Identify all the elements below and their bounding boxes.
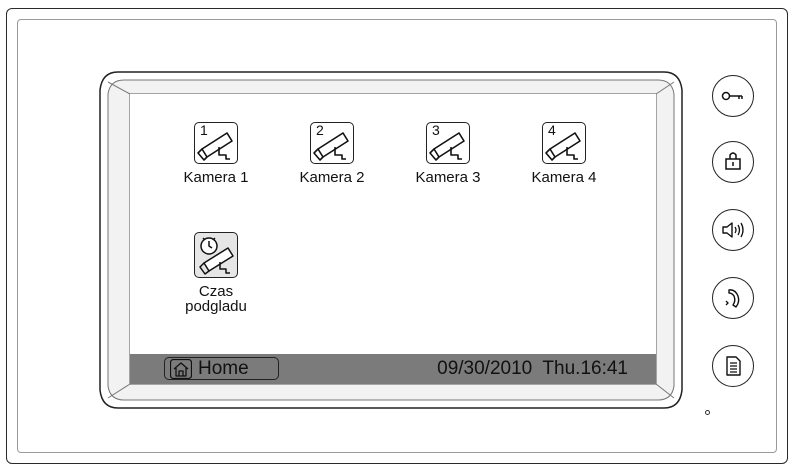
tile-label: Kamera 2 (299, 169, 365, 186)
unlock-button[interactable] (712, 141, 754, 183)
status-bar: Home 09/30/2010 Thu.16:41 (130, 354, 656, 384)
home-label: Home (198, 358, 249, 379)
memo-icon (726, 356, 741, 376)
unlock-icon (725, 152, 741, 170)
camera-icon: 2 (310, 122, 354, 164)
key-button[interactable] (712, 75, 754, 117)
date-time: 09/30/2010 Thu.16:41 (437, 358, 628, 379)
tile-number: 1 (200, 122, 208, 138)
key-icon (721, 91, 743, 101)
handset-icon (725, 289, 740, 308)
tile-label-line-2: podgladu (185, 298, 247, 315)
home-icon (170, 359, 192, 379)
camera-clock-icon (194, 232, 238, 278)
tile-kamera-1[interactable]: 1 Kamera 1 (161, 122, 271, 185)
home-button[interactable]: Home (164, 357, 279, 380)
memo-button[interactable] (712, 345, 754, 387)
indicator-led (705, 410, 710, 415)
tile-label-line-1: Czas (198, 283, 234, 300)
handset-button[interactable] (712, 277, 754, 319)
tile-kamera-2[interactable]: 2 Kamera 2 (277, 122, 387, 185)
tile-number: 2 (316, 122, 324, 138)
tile-czas-podgladu[interactable]: Czas podgladu (161, 232, 271, 314)
tile-kamera-3[interactable]: 3 Kamera 3 (393, 122, 503, 185)
tile-label: Kamera 4 (531, 169, 597, 186)
camera-icon: 1 (194, 122, 238, 164)
camera-icon: 4 (542, 122, 586, 164)
display-screen: 1 Kamera 1 2 Kamera 2 3 Kamera 3 4 Kamer… (130, 94, 656, 384)
speaker-icon (722, 222, 744, 238)
speaker-button[interactable] (712, 209, 754, 251)
tile-label: Kamera 1 (183, 169, 249, 186)
tile-kamera-4[interactable]: 4 Kamera 4 (509, 122, 619, 185)
tile-number: 4 (548, 122, 556, 138)
tile-number: 3 (432, 122, 440, 138)
tile-label: Kamera 3 (415, 169, 481, 186)
camera-icon: 3 (426, 122, 470, 164)
